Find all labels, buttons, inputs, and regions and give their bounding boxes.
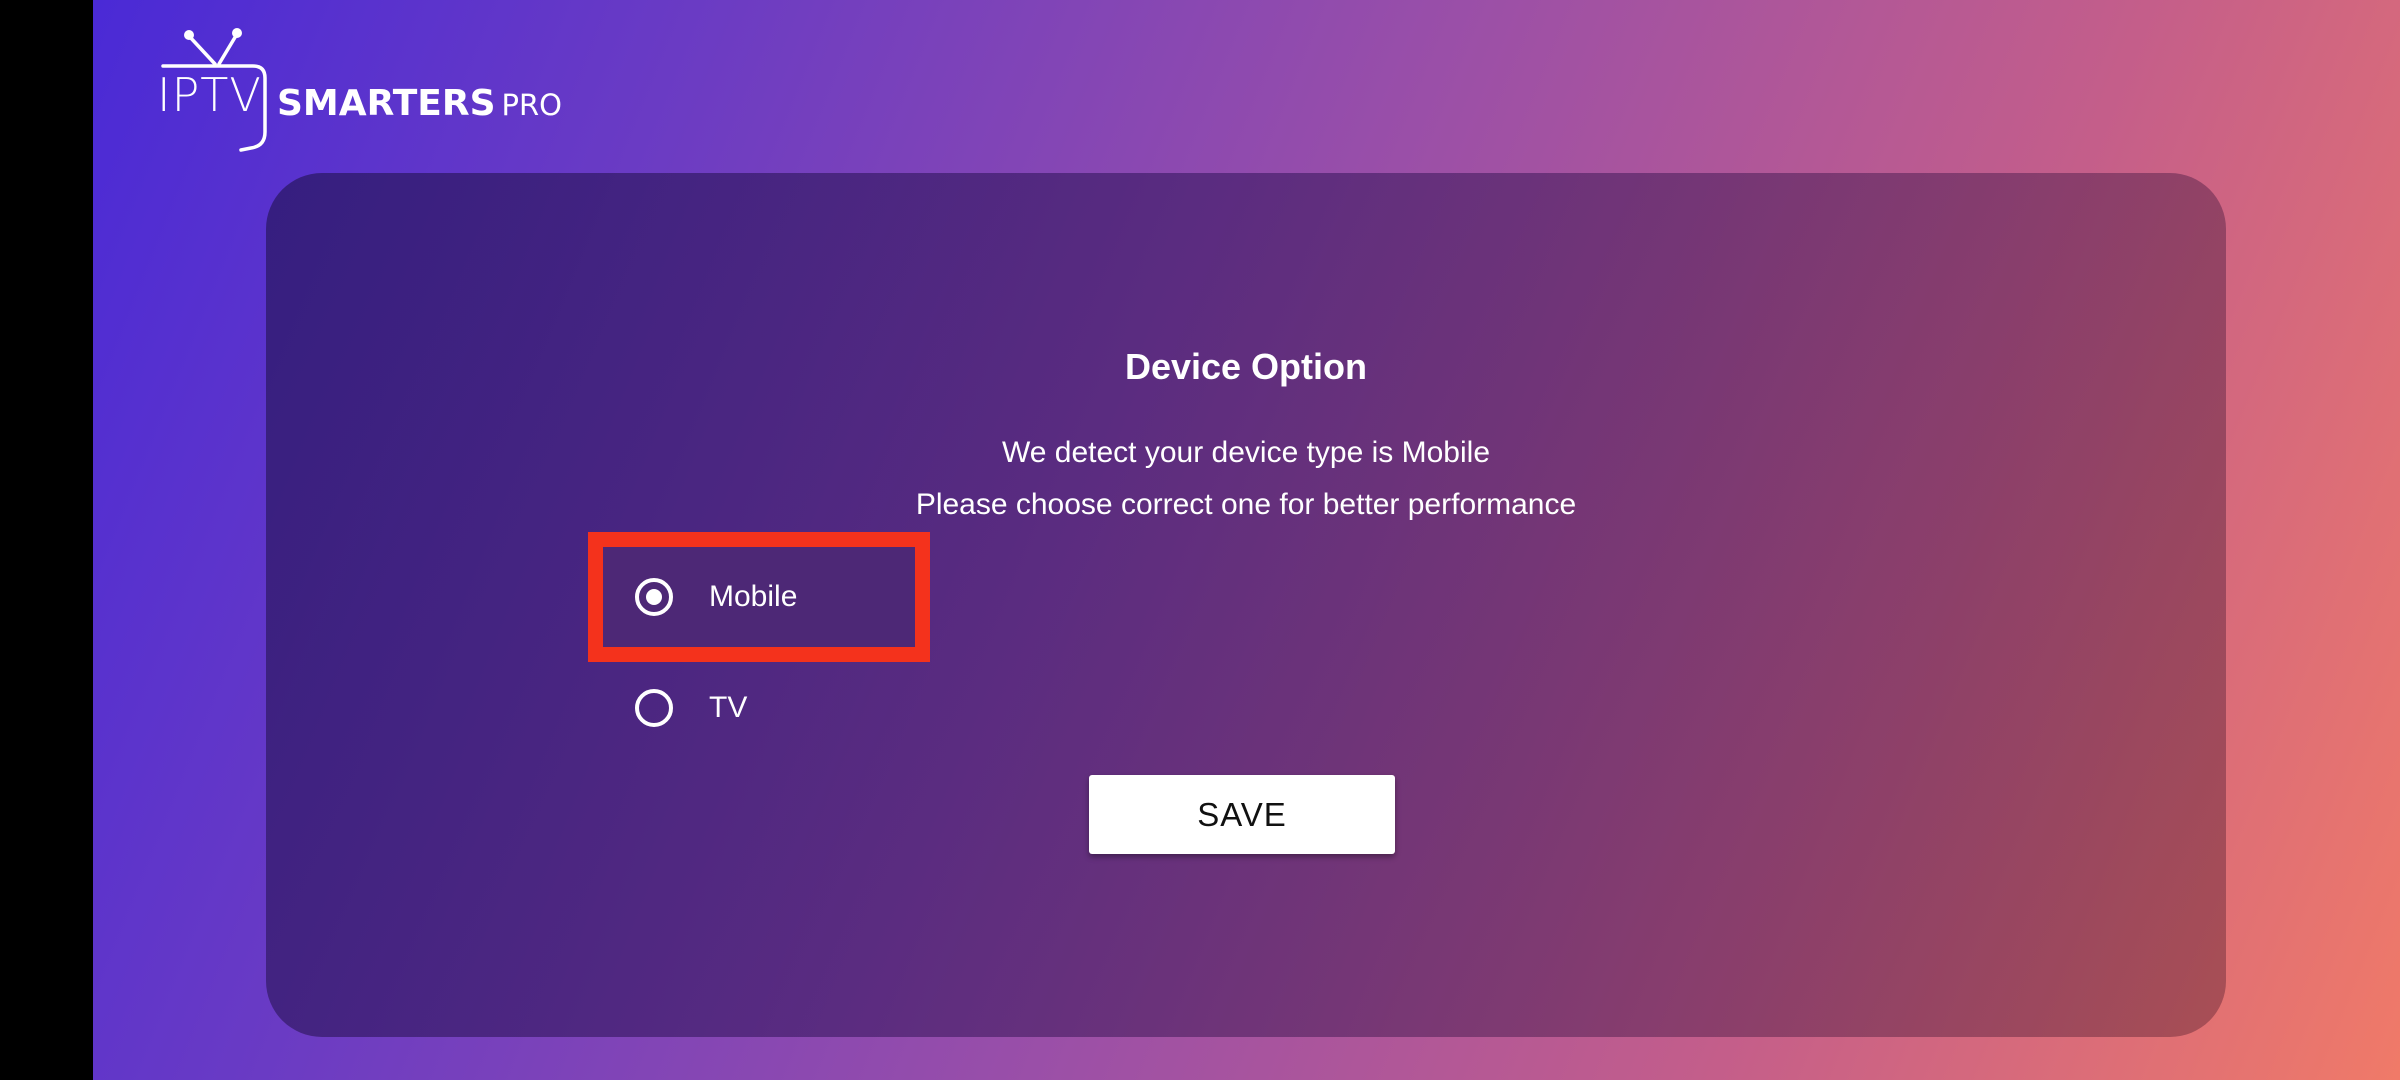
choose-device-message: Please choose correct one for better per… bbox=[915, 488, 1577, 521]
radio-checked-icon[interactable] bbox=[635, 578, 673, 616]
dialog-title: Device Option bbox=[1124, 346, 1368, 387]
logo-smarters-word: SMARTERS bbox=[277, 83, 496, 124]
screen: IPTV SMARTERS PRO Device Option We detect… bbox=[0, 0, 2400, 1080]
radio-label-mobile: Mobile bbox=[709, 580, 798, 613]
detected-device-message: We detect your device type is Mobile bbox=[1001, 436, 1490, 469]
radio-option-tv[interactable]: TV bbox=[588, 663, 888, 753]
app-logo: IPTV SMARTERS PRO bbox=[157, 28, 577, 158]
device-option-dialog: Device Option We detect your device type… bbox=[266, 173, 2226, 1037]
save-button[interactable]: SAVE bbox=[1089, 775, 1395, 854]
radio-option-mobile[interactable]: Mobile bbox=[588, 532, 930, 662]
logo-smarters-text: SMARTERS PRO bbox=[277, 86, 562, 122]
logo-iptv-text: IPTV bbox=[157, 68, 262, 122]
app-background: IPTV SMARTERS PRO Device Option We detect… bbox=[93, 0, 2400, 1080]
logo-pro-word: PRO bbox=[501, 88, 562, 122]
radio-label-tv: TV bbox=[709, 691, 748, 724]
radio-unchecked-icon[interactable] bbox=[635, 689, 673, 727]
